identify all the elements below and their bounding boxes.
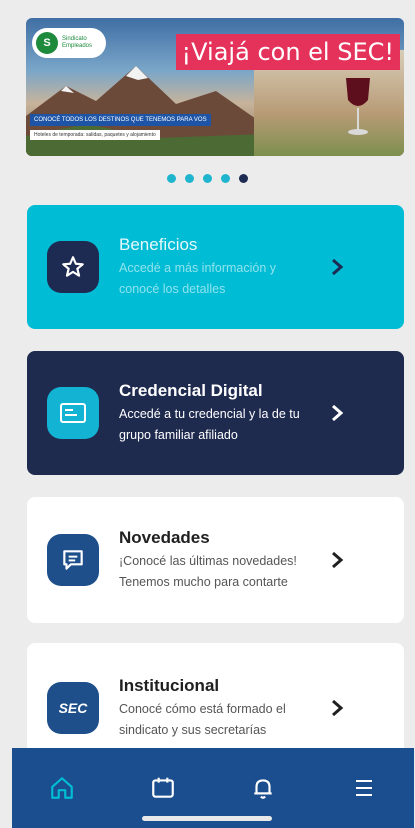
credencial-card[interactable]: Credencial Digital Accedé a tu credencia… bbox=[27, 351, 404, 475]
card-description: Accedé a más información y conocé los de… bbox=[119, 260, 277, 296]
card-description: Conocé cómo está formado el sindicato y … bbox=[119, 701, 286, 737]
carousel-dot[interactable] bbox=[221, 174, 230, 183]
logo-text: Sindicato Empleados bbox=[62, 36, 93, 49]
chevron-right-icon bbox=[332, 404, 344, 422]
chevron-right-icon bbox=[332, 699, 344, 717]
sec-logo-icon: SEC bbox=[58, 700, 88, 716]
promo-banner[interactable]: S Sindicato Empleados ¡Viajá con el SEC!… bbox=[26, 18, 404, 156]
card-description: Accedé a tu credencial y la de tu grupo … bbox=[119, 406, 300, 442]
chat-icon bbox=[63, 550, 83, 570]
novedades-card[interactable]: Novedades ¡Conocé las últimas novedades!… bbox=[27, 497, 404, 623]
card-title: Beneficios bbox=[119, 234, 198, 254]
star-icon bbox=[62, 256, 84, 277]
sec-logo-mark: S bbox=[36, 32, 58, 54]
carousel-dot[interactable] bbox=[203, 174, 212, 183]
card-title: Novedades bbox=[119, 527, 210, 547]
carousel-dot[interactable] bbox=[185, 174, 194, 183]
nav-calendar[interactable] bbox=[133, 758, 193, 818]
banner-substrip: Hoteles de temporada: salidas, paquetes … bbox=[30, 130, 160, 140]
carousel-dot-active[interactable] bbox=[239, 174, 248, 183]
home-icon bbox=[51, 777, 74, 799]
nav-menu[interactable] bbox=[334, 758, 394, 818]
nav-home[interactable] bbox=[32, 758, 92, 818]
credencial-icon-box bbox=[47, 387, 99, 439]
calendar-icon bbox=[151, 777, 174, 798]
banner-headline: ¡Viajá con el SEC! bbox=[175, 34, 400, 70]
beneficios-card[interactable]: Beneficios Accedé a más información y co… bbox=[27, 205, 404, 329]
card-icon bbox=[60, 403, 86, 423]
home-indicator bbox=[142, 816, 272, 821]
card-description: ¡Conocé las últimas novedades! Tenemos m… bbox=[119, 553, 297, 589]
menu-icon bbox=[355, 780, 372, 796]
beneficios-icon-box bbox=[47, 241, 99, 293]
institucional-icon-box: SEC bbox=[47, 682, 99, 734]
chevron-right-icon bbox=[332, 258, 344, 276]
bell-icon bbox=[254, 779, 272, 799]
card-title: Credencial Digital bbox=[119, 380, 263, 400]
banner-strip: CONOCÉ TODOS LOS DESTINOS QUE TENEMOS PA… bbox=[30, 114, 211, 126]
chevron-right-icon bbox=[332, 551, 344, 569]
carousel-indicator bbox=[0, 174, 415, 183]
nav-notifications[interactable] bbox=[233, 758, 293, 818]
sec-logo: S Sindicato Empleados bbox=[32, 28, 106, 58]
carousel-dot[interactable] bbox=[167, 174, 176, 183]
card-title: Institucional bbox=[119, 675, 220, 695]
wine-glass-image bbox=[346, 78, 370, 135]
novedades-icon-box bbox=[47, 534, 99, 586]
